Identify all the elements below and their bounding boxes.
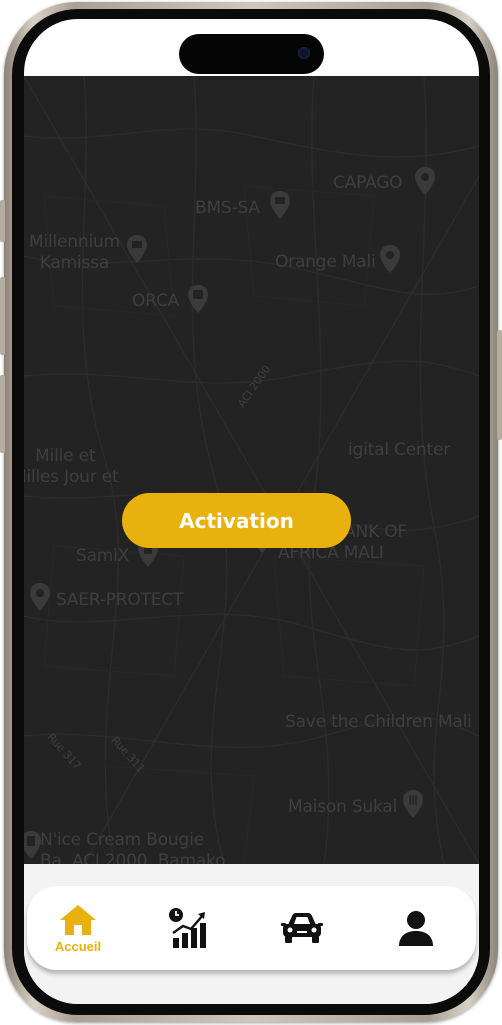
map-pin-icon xyxy=(127,235,147,263)
nav-item-accueil[interactable]: Accueil xyxy=(33,886,123,970)
nav-item-vehicle[interactable] xyxy=(257,886,347,970)
map-place-label[interactable]: CAPAGO xyxy=(333,173,403,194)
map-place-label[interactable]: igital Center xyxy=(348,440,450,461)
map-place-name: Mille et Milles Jour et xyxy=(24,446,119,487)
map-pin-icon xyxy=(403,790,423,818)
map-place-label[interactable]: BMS-SA xyxy=(195,198,260,219)
activation-button[interactable]: Activation xyxy=(122,493,351,548)
phone-screen: ACI 2000 Rue 317 Rue 311 CAPAGO BMS-SA M… xyxy=(24,19,479,1004)
map-place-label[interactable]: Millennium Kamissa xyxy=(29,232,120,274)
map-place-label[interactable]: SamiX xyxy=(76,546,129,567)
nav-item-stats[interactable] xyxy=(144,886,234,970)
volume-up-button xyxy=(0,277,5,355)
map-pin-icon xyxy=(30,583,50,611)
dynamic-island xyxy=(179,34,324,74)
map-place-label[interactable]: Save the Children Mali xyxy=(285,712,472,733)
car-icon xyxy=(281,913,323,943)
front-camera xyxy=(298,47,310,59)
silent-switch xyxy=(0,200,5,242)
map-pin-icon xyxy=(188,285,208,313)
map-place-label[interactable]: Maison Sukal xyxy=(288,797,397,818)
user-icon xyxy=(399,911,433,946)
map-place-label[interactable]: ORCA xyxy=(132,291,179,312)
map-pin-icon xyxy=(415,167,435,195)
map-place-label[interactable]: N'ice Cream Bougie Ba, ACI 2000, Bamako xyxy=(40,830,225,864)
map-place-label[interactable]: Orange Mali xyxy=(275,252,376,273)
map-pin-icon xyxy=(270,191,290,219)
nav-label-accueil: Accueil xyxy=(54,938,102,954)
map-place-name: Millennium Kamissa xyxy=(29,232,120,273)
map-pin-icon xyxy=(380,245,400,273)
nav-item-profile[interactable] xyxy=(371,886,461,970)
bottom-nav-bar: Accueil xyxy=(27,886,476,970)
power-button xyxy=(497,330,502,440)
home-icon xyxy=(60,904,96,935)
volume-down-button xyxy=(0,375,5,453)
map-place-label[interactable]: Mille et Milles Jour et xyxy=(24,446,119,488)
map-place-name: N'ice Cream Bougie Ba, ACI 2000, Bamako xyxy=(40,830,226,864)
map-place-label[interactable]: SAER-PROTECT xyxy=(56,590,183,611)
map-view[interactable]: ACI 2000 Rue 317 Rue 311 CAPAGO BMS-SA M… xyxy=(24,76,479,864)
stats-chart-icon xyxy=(169,908,206,948)
